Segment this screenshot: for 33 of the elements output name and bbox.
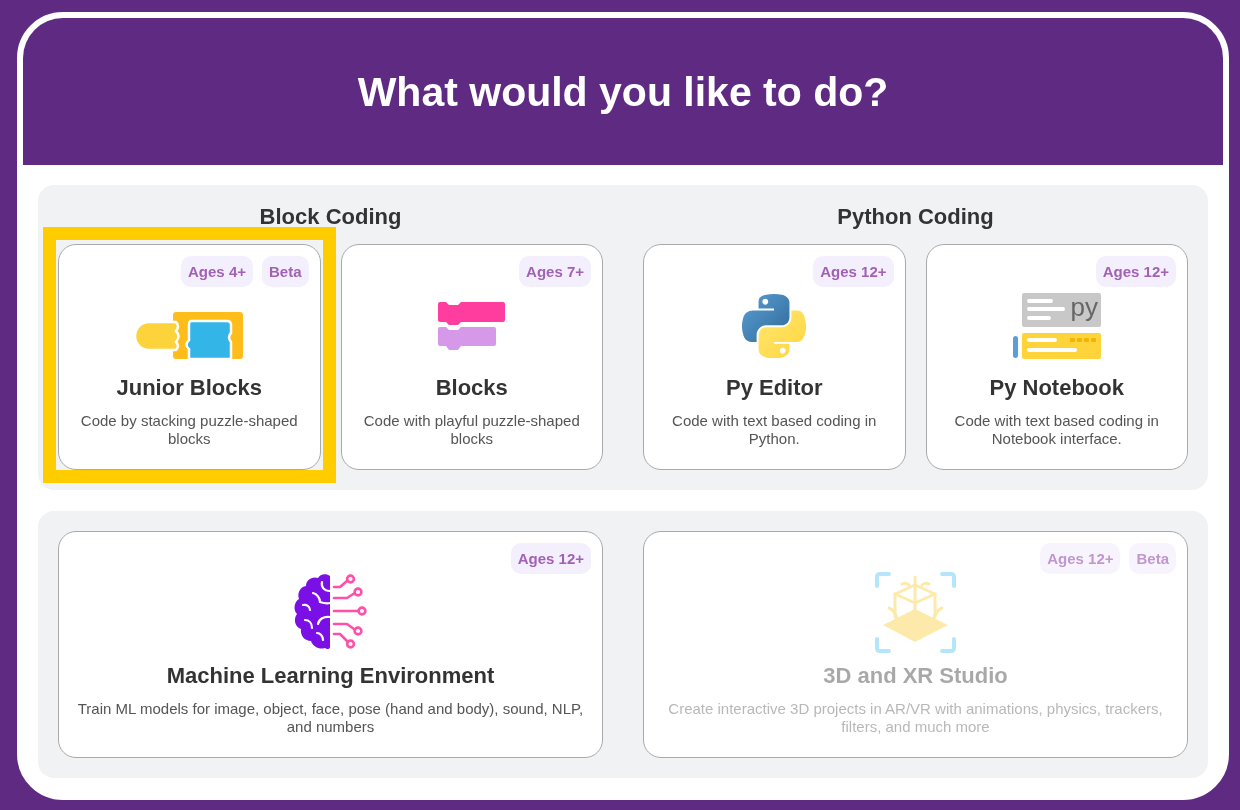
puzzle-blocks-icon	[135, 311, 244, 359]
card-title: 3D and XR Studio	[823, 664, 1008, 688]
option-card[interactable]: Ages 7+ Blocks Code with playful puzzle-shaped blocks	[340, 244, 603, 470]
cube-scan-icon	[875, 571, 956, 653]
option-card[interactable]: Ages 12+ Machine Learning Environment Train ML models for image, object, face, pose (hand and body), sound, NLP, and numbers	[58, 531, 603, 758]
card-title: Junior Blocks	[116, 376, 262, 400]
card-description: Code with text based coding in Notebook interface.	[953, 412, 1160, 448]
tag-badge: Ages 12+	[1095, 256, 1176, 287]
card-description: Code with playful puzzle-shaped blocks	[362, 412, 581, 448]
brain-circuit-icon	[292, 573, 369, 651]
card-title: Py Notebook	[989, 376, 1124, 400]
section-heading: Block Coding	[259, 205, 402, 229]
card-description: Code by stacking puzzle-shaped blocks	[79, 412, 299, 448]
page-title: What would you like to do?	[357, 67, 889, 116]
python-logo-icon	[742, 294, 807, 358]
tag-badge: Ages 7+	[519, 256, 591, 287]
card-title: Py Editor	[725, 376, 823, 400]
tag-badge: Ages 12+	[1040, 543, 1121, 574]
stacked-blocks-icon	[438, 302, 506, 350]
tag-badge: Ages 12+	[510, 543, 591, 574]
tag-badge: Beta	[1129, 543, 1176, 574]
card-description: Train ML models for image, object, face, pose (hand and body), sound, NLP, and numbers	[76, 700, 585, 736]
card-title: Blocks	[435, 376, 508, 400]
card-title: Machine Learning Environment	[166, 664, 495, 688]
section-heading: Python Coding	[837, 205, 994, 229]
tag-badge: Beta	[262, 256, 309, 287]
card-description: Create interactive 3D projects in AR/VR with animations, physics, trackers, filters, and much more	[667, 700, 1164, 736]
option-card[interactable]: Ages 4+ Beta Junior Blocks Code by stacking puzzle-shaped blocks	[58, 244, 321, 470]
tag-badge: Ages 4+	[181, 256, 253, 287]
tag-badge: Ages 12+	[813, 256, 894, 287]
option-card[interactable]: Ages 12+ Py Editor Code with text based coding in Python.	[643, 244, 906, 470]
card-description: Code with text based coding in Python.	[671, 412, 878, 448]
option-card[interactable]: Ages 12+ py Py Notebook Code with text based coding in Notebook interface.	[925, 244, 1188, 470]
